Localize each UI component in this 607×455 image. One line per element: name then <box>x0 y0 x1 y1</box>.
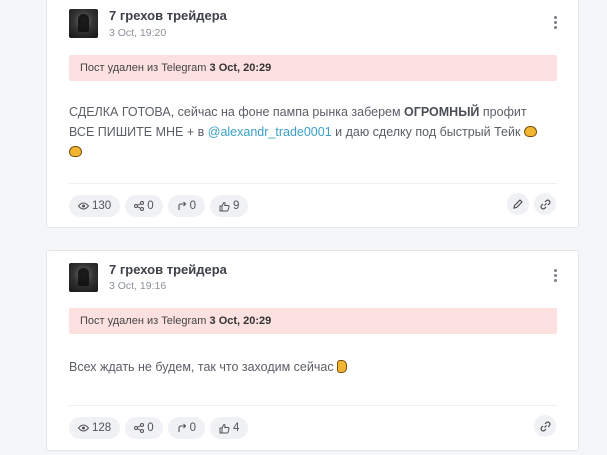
deleted-time: 3 Oct, 20:29 <box>209 62 272 74</box>
post-time: 3 Oct, 19:16 <box>109 280 167 292</box>
emoji-icon <box>69 146 82 157</box>
divider <box>69 405 557 406</box>
eye-icon <box>78 202 89 210</box>
forwards-chip[interactable]: 0 <box>167 417 205 439</box>
channel-avatar[interactable] <box>69 9 98 38</box>
views-chip[interactable]: 130 <box>69 195 121 217</box>
forwards-count: 0 <box>189 422 196 434</box>
deleted-banner: Пост удален из Telegram 3 Oct, 20:29 <box>69 308 557 334</box>
eye-icon <box>78 424 89 432</box>
shares-chip[interactable]: 0 <box>125 195 163 217</box>
views-count: 130 <box>92 200 112 212</box>
forwards-count: 0 <box>189 200 196 212</box>
more-vertical-icon[interactable] <box>552 16 558 29</box>
shares-count: 0 <box>147 422 154 434</box>
post-text-part: ВСЕ ПИШИТЕ МНЕ + в <box>69 125 208 139</box>
copy-link-button[interactable] <box>534 415 556 437</box>
post-text-bold: ОГРОМНЫЙ <box>404 105 480 119</box>
more-vertical-icon[interactable] <box>552 269 558 282</box>
post-stats: 130 0 0 9 <box>69 195 249 217</box>
emoji-icon <box>523 126 537 137</box>
forward-icon <box>178 423 186 432</box>
post-text: СДЕЛКА ГОТОВА, сейчас на фоне пампа рынк… <box>69 102 559 162</box>
post-text-part: и даю сделку под быстрый Тейк <box>331 125 521 139</box>
channel-avatar[interactable] <box>69 263 98 292</box>
post-text: Всех ждать не будем, так что заходим сей… <box>69 357 559 377</box>
shares-chip[interactable]: 0 <box>125 417 163 439</box>
post-actions <box>507 193 556 215</box>
link-icon <box>540 421 550 431</box>
copy-link-button[interactable] <box>534 193 556 215</box>
likes-chip[interactable]: 9 <box>210 195 249 217</box>
deleted-label: Пост удален из Telegram <box>80 62 207 74</box>
channel-name[interactable]: 7 грехов трейдера <box>109 8 227 23</box>
post-time: 3 Oct, 19:20 <box>109 27 167 39</box>
post-text-part: СДЕЛКА ГОТОВА, сейчас на фоне пампа рынк… <box>69 105 405 119</box>
deleted-time: 3 Oct, 20:29 <box>209 315 272 327</box>
deleted-label: Пост удален из Telegram <box>80 315 207 327</box>
post-text-part: Всех ждать не будем, так что заходим сей… <box>69 360 334 374</box>
post-card: 7 грехов трейдера 3 Oct, 19:16 Пост удал… <box>46 250 579 451</box>
shares-count: 0 <box>147 200 154 212</box>
forward-icon <box>178 201 186 210</box>
deleted-banner: Пост удален из Telegram 3 Oct, 20:29 <box>69 55 557 81</box>
views-count: 128 <box>92 422 112 434</box>
edit-button[interactable] <box>507 193 529 215</box>
post-stats: 128 0 0 4 <box>69 417 249 439</box>
mention-link[interactable]: @alexandr_trade0001 <box>208 125 332 139</box>
pointing-hand-emoji-icon <box>337 360 348 373</box>
likes-chip[interactable]: 4 <box>210 417 249 439</box>
likes-count: 4 <box>233 422 240 434</box>
thumbs-up-icon <box>219 423 230 433</box>
divider <box>69 183 557 184</box>
channel-name[interactable]: 7 грехов трейдера <box>109 262 227 277</box>
pencil-icon <box>513 199 523 209</box>
share-icon <box>134 423 145 433</box>
link-icon <box>540 199 550 209</box>
thumbs-up-icon <box>219 201 230 211</box>
share-icon <box>134 201 145 211</box>
post-text-part: профит <box>479 105 527 119</box>
forwards-chip[interactable]: 0 <box>167 195 205 217</box>
post-card: 7 грехов трейдера 3 Oct, 19:20 Пост удал… <box>46 0 579 228</box>
post-actions <box>534 415 556 437</box>
likes-count: 9 <box>233 200 240 212</box>
views-chip[interactable]: 128 <box>69 417 121 439</box>
